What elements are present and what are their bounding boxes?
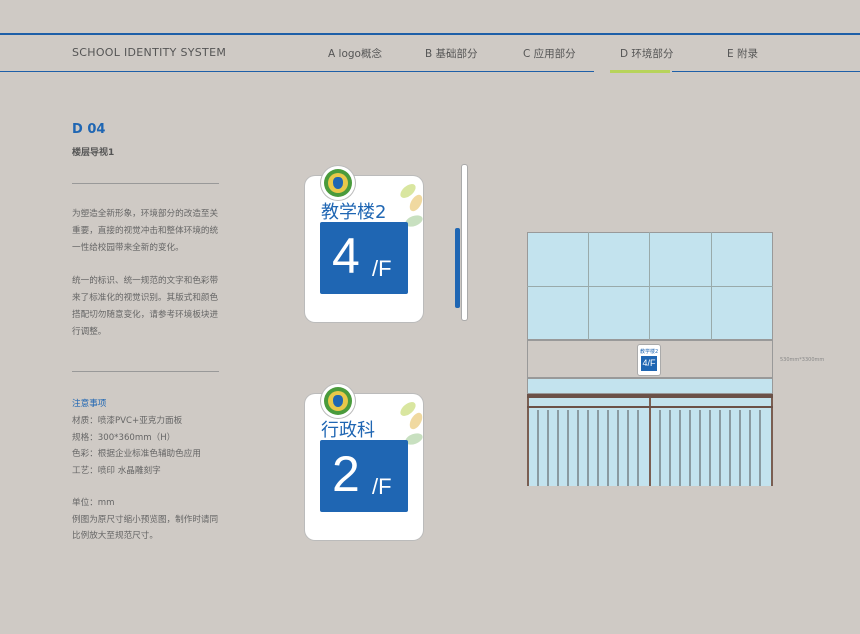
intro-paragraph: 为塑造全新形象，环境部分的改造至关 重要，直接的视觉冲击和整体环境的统 一性给校… [72, 209, 219, 253]
nav-item-environment[interactable]: D 环境部分 [620, 46, 673, 61]
notes-title: 注意事项 [72, 399, 107, 409]
divider [72, 183, 219, 184]
floor-number: 4 [332, 228, 360, 284]
school-logo-icon [321, 166, 355, 200]
mini-floor-sign: 教学楼2 4/F [638, 345, 660, 375]
note-size: 规格：300*360mm（H） [72, 432, 176, 443]
mini-sign-floor: 4/F [641, 356, 657, 371]
sign-side-view [462, 165, 467, 320]
header-bottom-rule [0, 71, 594, 72]
header-top-rule [0, 33, 860, 35]
floor-plate: 4 /F [320, 222, 408, 294]
floor-number: 2 [332, 446, 360, 502]
nav-item-appendix[interactable]: E 附录 [727, 46, 758, 61]
floor-sign: 教学楼2 4 /F [305, 166, 425, 322]
glass-strip [527, 378, 773, 394]
sign-side-view-plate [455, 228, 460, 308]
railing [527, 394, 773, 486]
note-material: 材质：喷漆PVC+亚克力面板 [72, 416, 183, 426]
floor-unit: /F [372, 256, 392, 281]
glass-window [527, 232, 773, 340]
section-code: D 04 [72, 122, 106, 137]
school-logo-icon [321, 384, 355, 418]
floor-plate: 2 /F [320, 440, 408, 512]
active-nav-indicator [610, 70, 670, 73]
note-scale-cont: 比例放大至规范尺寸。 [72, 531, 158, 541]
header-bottom-rule-right [672, 71, 860, 72]
divider [72, 371, 219, 372]
notes-list: 材质：喷漆PVC+亚克力面板 规格：300*360mm（H） 色彩：根据企业标准… [72, 413, 232, 545]
nav-item-basic[interactable]: B 基础部分 [425, 46, 478, 61]
dimension-label: 530mm*3300mm [780, 357, 825, 363]
sign-department-name: 行政科 [321, 420, 375, 441]
note-color: 色彩：根据企业标准色辅助色应用 [72, 449, 201, 459]
sign-building-name: 教学楼2 [321, 202, 387, 223]
standard-paragraph: 统一的标识、统一规范的文字和色彩带 来了标准化的视觉识别。其版式和颜色 搭配切勿… [72, 276, 219, 337]
brand-title: SCHOOL IDENTITY SYSTEM [72, 46, 227, 59]
note-process: 工艺：喷印 水晶雕刻字 [72, 465, 161, 476]
floor-unit: /F [372, 474, 392, 499]
floor-sign: 行政科 2 /F [305, 384, 425, 540]
nav-item-logo[interactable]: A logo概念 [328, 46, 382, 61]
nav-item-application[interactable]: C 应用部分 [523, 46, 576, 61]
installation-scene: 教学楼2 4/F [527, 232, 773, 486]
section-title: 楼层导视1 [72, 148, 115, 158]
note-scale: 例图为原尺寸缩小预览图，制作时请同 [72, 514, 219, 525]
note-unit: 单位：mm [72, 498, 115, 508]
mini-sign-label: 教学楼2 [640, 349, 659, 355]
